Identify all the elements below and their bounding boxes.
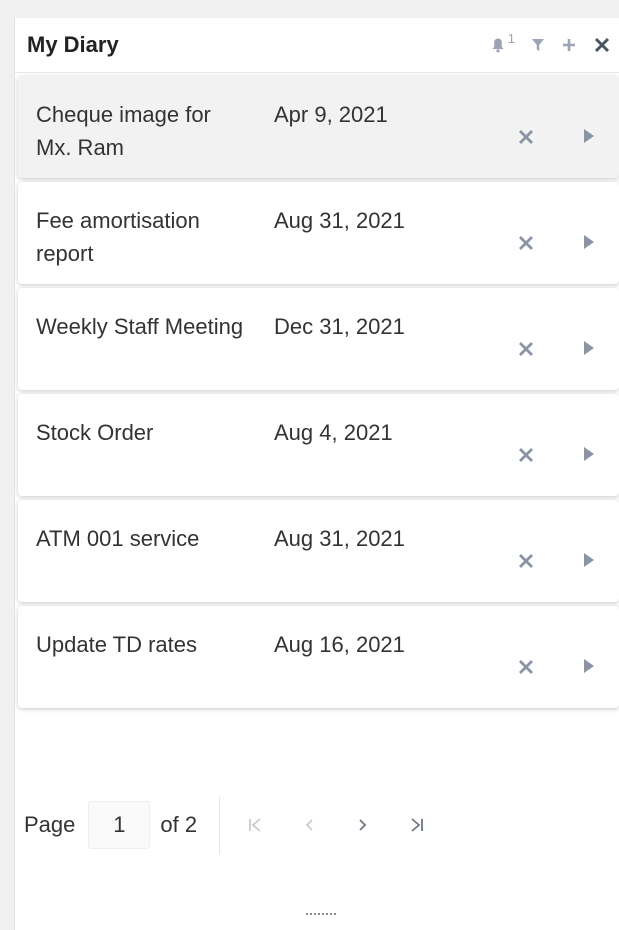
next-page-icon (359, 819, 367, 831)
dismiss-item-icon[interactable] (515, 232, 537, 254)
diary-item-title: Update TD rates (36, 632, 198, 657)
diary-item-date: Apr 9, 2021 (274, 102, 388, 127)
close-icon (594, 37, 610, 53)
prev-page-button[interactable] (294, 810, 324, 840)
prev-page-icon (305, 819, 313, 831)
widget-title: My Diary (27, 32, 119, 57)
open-item-icon[interactable] (582, 339, 596, 357)
last-page-icon (411, 818, 423, 832)
diary-item[interactable]: Cheque image for Mx. Ram Apr 9, 2021 (18, 76, 619, 178)
widget-header: My Diary 1 (15, 18, 619, 73)
diary-item[interactable]: Weekly Staff Meeting Dec 31, 2021 (18, 288, 619, 390)
dismiss-item-icon[interactable] (515, 656, 537, 678)
diary-item-date: Aug 16, 2021 (274, 632, 405, 657)
diary-item[interactable]: Fee amortisation report Aug 31, 2021 (18, 182, 619, 284)
open-item-icon[interactable] (582, 445, 596, 463)
diary-item-date: Aug 31, 2021 (274, 208, 405, 233)
header-actions: 1 (491, 18, 611, 72)
diary-item[interactable]: ATM 001 service Aug 31, 2021 (18, 500, 619, 602)
filter-button[interactable] (531, 37, 545, 53)
page-number-input[interactable] (88, 801, 151, 849)
page-total-label: of 2 (160, 812, 198, 837)
diary-item-date: Dec 31, 2021 (274, 314, 405, 339)
dismiss-item-icon[interactable] (515, 444, 537, 466)
first-page-icon (249, 818, 261, 832)
notification-count-badge: 1 (507, 31, 515, 46)
diary-item-title: Stock Order (36, 420, 154, 445)
plus-icon (563, 39, 575, 51)
open-item-icon[interactable] (582, 233, 596, 251)
bell-icon (492, 38, 504, 53)
open-item-icon[interactable] (582, 127, 596, 145)
dismiss-item-icon[interactable] (515, 126, 537, 148)
add-button[interactable] (561, 37, 577, 53)
page-label: Page (24, 812, 76, 837)
my-diary-widget: My Diary 1 Cheque image for Mx. Ram Apr … (14, 18, 619, 930)
filter-icon (532, 39, 544, 51)
resize-grip-icon[interactable] (306, 912, 336, 916)
diary-item-title: ATM 001 service (36, 526, 200, 551)
diary-item-title: Cheque image for Mx. Ram (36, 102, 211, 160)
diary-item[interactable]: Stock Order Aug 4, 2021 (18, 394, 619, 496)
open-item-icon[interactable] (582, 657, 596, 675)
open-item-icon[interactable] (582, 551, 596, 569)
notifications-button[interactable]: 1 (491, 31, 515, 53)
dismiss-item-icon[interactable] (515, 338, 537, 360)
pagination: Page of 2 (15, 796, 432, 854)
diary-item-title: Fee amortisation report (36, 208, 200, 266)
dismiss-item-icon[interactable] (515, 550, 537, 572)
next-page-button[interactable] (348, 810, 378, 840)
pagination-divider (219, 796, 221, 854)
diary-item-date: Aug 4, 2021 (274, 420, 393, 445)
close-widget-button[interactable] (593, 36, 611, 54)
last-page-button[interactable] (402, 810, 432, 840)
first-page-button[interactable] (240, 810, 270, 840)
diary-item[interactable]: Update TD rates Aug 16, 2021 (18, 606, 619, 708)
diary-item-title: Weekly Staff Meeting (36, 314, 244, 339)
diary-item-date: Aug 31, 2021 (274, 526, 405, 551)
